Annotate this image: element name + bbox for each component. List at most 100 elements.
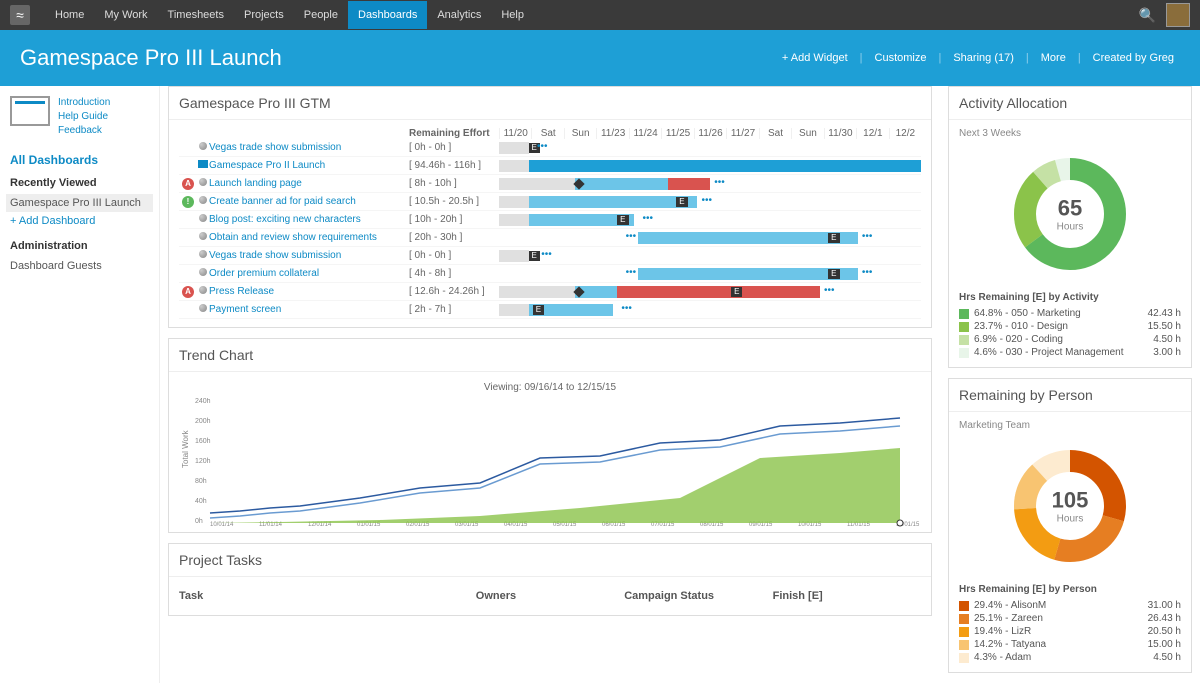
activity-donut-chart: 65 Hours — [1010, 154, 1130, 274]
task-link[interactable]: Vegas trade show submission — [209, 142, 409, 153]
recently-viewed-title: Recently Viewed — [10, 177, 149, 189]
pt-column-header: Campaign Status — [624, 590, 772, 602]
nav-people[interactable]: People — [294, 1, 348, 29]
nav-help[interactable]: Help — [491, 1, 534, 29]
gantt-row: Gamespace Pro II Launch[ 94.46h - 116h ] — [179, 157, 921, 175]
task-link[interactable]: Payment screen — [209, 304, 409, 315]
intro-link[interactable]: Help Guide — [58, 110, 110, 124]
svg-text:40h: 40h — [195, 498, 207, 505]
effort-value: [ 0h - 0h ] — [409, 250, 499, 261]
person-hours-value: 105 — [1052, 488, 1089, 514]
gantt-date: 11/25 — [661, 128, 693, 139]
task-link[interactable]: Gamespace Pro II Launch — [209, 160, 409, 171]
legend-row: 25.1% - Zareen26.43 h — [959, 612, 1181, 625]
intro-link[interactable]: Introduction — [58, 96, 110, 110]
svg-text:Total Work: Total Work — [181, 429, 190, 468]
task-icon — [199, 142, 207, 150]
gantt-date: 12/2 — [889, 128, 921, 139]
task-link[interactable]: Press Release — [209, 286, 409, 297]
header-action[interactable]: Created by Greg — [1093, 52, 1174, 64]
app-logo-icon[interactable]: ≈ — [10, 5, 30, 25]
header-action[interactable]: Customize — [875, 52, 927, 64]
user-avatar[interactable] — [1166, 3, 1190, 27]
legend-row: 19.4% - LizR20.50 h — [959, 625, 1181, 638]
trend-chart-widget: Trend Chart Viewing: 09/16/14 to 12/15/1… — [168, 338, 932, 533]
task-icon — [199, 196, 207, 204]
header-action[interactable]: More — [1041, 52, 1066, 64]
gantt-date: 11/23 — [596, 128, 628, 139]
admin-item[interactable]: Dashboard Guests — [10, 257, 149, 275]
task-link[interactable]: Order premium collateral — [209, 268, 409, 279]
task-link[interactable]: Create banner ad for paid search — [209, 196, 409, 207]
gantt-row: Vegas trade show submission[ 0h - 0h ]E•… — [179, 247, 921, 265]
pt-column-header: Finish [E] — [773, 590, 921, 602]
search-icon[interactable]: 🔍 — [1139, 7, 1156, 24]
nav-home[interactable]: Home — [45, 1, 94, 29]
add-dashboard-link[interactable]: + Add Dashboard — [10, 212, 149, 230]
project-tasks-title: Project Tasks — [169, 544, 931, 577]
gantt-date: 11/26 — [694, 128, 726, 139]
effort-value: [ 8h - 10h ] — [409, 178, 499, 189]
all-dashboards-link[interactable]: All Dashboards — [10, 153, 149, 167]
effort-value: [ 2h - 7h ] — [409, 304, 499, 315]
remaining-by-person-widget: Remaining by Person Marketing Team 10 — [948, 378, 1192, 673]
legend-row: 4.6% - 030 - Project Management3.00 h — [959, 346, 1181, 359]
trend-chart-svg: Total Work 240h200h160h120h80h40h0h 10/0… — [179, 398, 921, 528]
intro-icon — [10, 96, 50, 126]
legend-row: 29.4% - AlisonM31.00 h — [959, 599, 1181, 612]
header-action[interactable]: Sharing (17) — [953, 52, 1014, 64]
pt-column-header: Task — [179, 590, 476, 602]
effort-value: [ 4h - 8h ] — [409, 268, 499, 279]
gantt-date: 12/1 — [856, 128, 888, 139]
activity-legend-title: Hrs Remaining [E] by Activity — [959, 292, 1181, 303]
nav-analytics[interactable]: Analytics — [427, 1, 491, 29]
gantt-date: Sun — [564, 128, 596, 139]
gantt-date: 11/30 — [824, 128, 856, 139]
task-icon — [199, 304, 207, 312]
svg-text:80h: 80h — [195, 478, 207, 485]
person-donut-chart: 105 Hours — [1010, 446, 1130, 566]
legend-row: 4.3% - Adam4.50 h — [959, 651, 1181, 664]
gantt-row: Payment screen[ 2h - 7h ]E••• — [179, 301, 921, 319]
header-action[interactable]: + Add Widget — [782, 52, 848, 64]
nav-dashboards[interactable]: Dashboards — [348, 1, 427, 29]
folder-icon — [198, 160, 208, 168]
effort-value: [ 0h - 0h ] — [409, 142, 499, 153]
administration-title: Administration — [10, 240, 149, 252]
task-icon — [199, 268, 207, 276]
person-hours-label: Hours — [1052, 514, 1089, 525]
legend-row: 23.7% - 010 - Design15.50 h — [959, 320, 1181, 333]
activity-hours-label: Hours — [1057, 222, 1084, 233]
effort-value: [ 12.6h - 24.26h ] — [409, 286, 499, 297]
gantt-date: 11/20 — [499, 128, 531, 139]
effort-value: [ 10.5h - 20.5h ] — [409, 196, 499, 207]
intro-link[interactable]: Feedback — [58, 124, 110, 138]
svg-text:120h: 120h — [195, 458, 211, 465]
task-link[interactable]: Launch landing page — [209, 178, 409, 189]
info-icon: ! — [182, 196, 194, 208]
task-icon — [199, 250, 207, 258]
task-link[interactable]: Vegas trade show submission — [209, 250, 409, 261]
task-icon — [199, 214, 207, 222]
gantt-row: ! Create banner ad for paid search[ 10.5h… — [179, 193, 921, 211]
recent-dashboard-item[interactable]: Gamespace Pro III Launch — [6, 194, 153, 212]
nav-my-work[interactable]: My Work — [94, 1, 157, 29]
activity-hours-value: 65 — [1057, 196, 1084, 222]
nav-timesheets[interactable]: Timesheets — [158, 1, 234, 29]
gantt-date: Sat — [759, 128, 791, 139]
project-tasks-widget: Project Tasks TaskOwnersCampaign StatusF… — [168, 543, 932, 616]
person-subtitle: Marketing Team — [959, 420, 1181, 431]
svg-text:240h: 240h — [195, 398, 211, 405]
gantt-row: ALaunch landing page[ 8h - 10h ]••• — [179, 175, 921, 193]
task-icon — [199, 232, 207, 240]
effort-value: [ 20h - 30h ] — [409, 232, 499, 243]
task-link[interactable]: Obtain and review show requirements — [209, 232, 409, 243]
pt-column-header: Owners — [476, 590, 624, 602]
task-link[interactable]: Blog post: exciting new characters — [209, 214, 409, 225]
legend-row: 14.2% - Tatyana15.00 h — [959, 638, 1181, 651]
nav-projects[interactable]: Projects — [234, 1, 294, 29]
gtm-widget: Gamespace Pro III GTM Remaining Effort 1… — [168, 86, 932, 328]
gantt-row: Obtain and review show requirements[ 20h… — [179, 229, 921, 247]
top-nav: ≈ HomeMy WorkTimesheetsProjectsPeopleDas… — [0, 0, 1200, 30]
gantt-row: Blog post: exciting new characters[ 10h … — [179, 211, 921, 229]
